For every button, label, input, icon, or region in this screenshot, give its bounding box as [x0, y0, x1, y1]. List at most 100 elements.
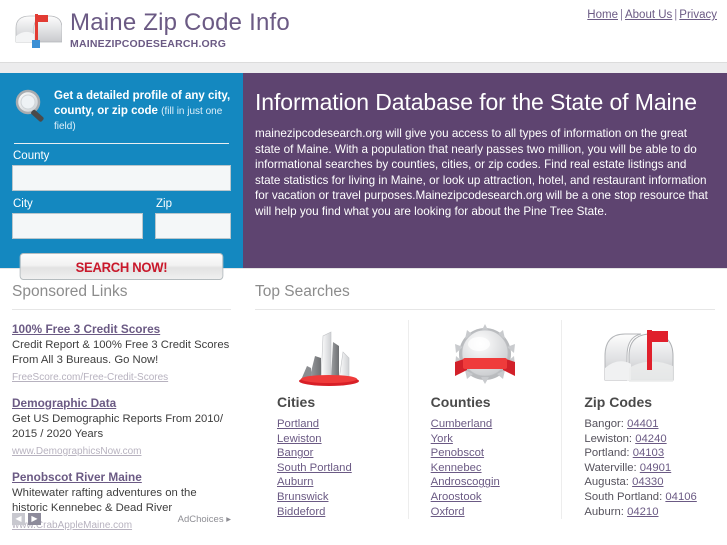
- list-item: Aroostook: [431, 490, 552, 505]
- hero-content: Information Database for the State of Ma…: [243, 73, 727, 268]
- list-item: Androscoggin: [431, 475, 552, 490]
- hero-title: Information Database for the State of Ma…: [255, 89, 697, 115]
- county-input[interactable]: [12, 165, 231, 191]
- nav-link-about-us[interactable]: About Us: [625, 9, 672, 21]
- zip-city-label: Lewiston:: [584, 432, 633, 445]
- site-title: Maine Zip Code Info: [70, 8, 290, 36]
- search-headline: Get a detailed profile of any city, coun…: [54, 87, 231, 134]
- list-item: Auburn: 04210: [584, 505, 705, 520]
- county-link[interactable]: Oxford: [431, 506, 465, 518]
- list-item: Kennebec: [431, 461, 552, 476]
- list-item: Biddeford: [277, 505, 398, 520]
- zip-link[interactable]: 04330: [632, 476, 663, 488]
- zip-field-group: Zip: [155, 198, 231, 239]
- city-link[interactable]: South Portland: [277, 462, 352, 474]
- top-searches-panel: Top Searches Cities Portland Lewiston Ba…: [243, 269, 727, 529]
- list-item: South Portland: [277, 461, 398, 476]
- counties-list: Cumberland York Penobscot Kennebec Andro…: [419, 417, 552, 519]
- top-searches-column-counties: Counties Cumberland York Penobscot Kenne…: [407, 320, 562, 520]
- city-link[interactable]: Bangor: [277, 447, 313, 459]
- city-input[interactable]: [12, 213, 143, 239]
- sponsored-links-title: Sponsored Links: [12, 283, 128, 300]
- ad-pagination: ◀ ▶: [12, 513, 41, 525]
- adchoices-text: AdChoices: [177, 513, 224, 525]
- ad-prev-arrow-icon[interactable]: ◀: [12, 513, 25, 525]
- magnifier-icon: [12, 88, 52, 126]
- search-panel-header: Get a detailed profile of any city, coun…: [12, 87, 231, 134]
- hero-body-text: mainezipcodesearch.org will give you acc…: [255, 127, 708, 218]
- list-item: York: [431, 432, 552, 447]
- ad-description: Get US Demographic Reports From 2010/ 20…: [12, 413, 223, 440]
- ad-url-link[interactable]: FreeScore.com/Free-Credit-Scores: [12, 372, 168, 383]
- adchoices-label[interactable]: AdChoices ▸: [178, 514, 231, 525]
- lower-section: Sponsored Links 100% Free 3 Credit Score…: [0, 268, 727, 531]
- zip-input[interactable]: [155, 213, 231, 239]
- list-item: Bangor: [277, 446, 398, 461]
- ad-title-link[interactable]: Penobscot River Maine: [12, 470, 142, 484]
- top-searches-title: Top Searches: [255, 283, 350, 300]
- zip-link[interactable]: 04103: [633, 447, 664, 459]
- zip-city-label: Auburn:: [584, 505, 624, 518]
- list-item: Oxford: [431, 505, 552, 520]
- county-link[interactable]: Aroostook: [431, 491, 482, 503]
- city-link[interactable]: Auburn: [277, 476, 313, 488]
- zip-label: Zip: [156, 198, 172, 210]
- nav-link-privacy[interactable]: Privacy: [679, 9, 717, 21]
- sponsored-ad: 100% Free 3 Credit Scores Credit Report …: [12, 320, 231, 385]
- adchoices-icon: ▸: [226, 513, 231, 525]
- zip-link[interactable]: 04401: [627, 418, 658, 430]
- search-panel: Get a detailed profile of any city, coun…: [0, 73, 243, 280]
- list-item: Portland: [277, 417, 398, 432]
- county-link[interactable]: Penobscot: [431, 447, 484, 459]
- top-searches-column-zip-codes: Zip Codes Bangor: 04401 Lewiston: 04240 …: [561, 320, 715, 520]
- column-title-counties: Counties: [430, 394, 491, 410]
- hero-section: Get a detailed profile of any city, coun…: [0, 73, 727, 280]
- county-link[interactable]: York: [431, 433, 453, 445]
- city-link[interactable]: Brunswick: [277, 491, 328, 503]
- city-skyline-icon: [265, 320, 398, 390]
- list-item: Auburn: [277, 475, 398, 490]
- zip-city-label: Bangor:: [584, 418, 624, 430]
- cities-list: Portland Lewiston Bangor South Portland …: [265, 417, 398, 519]
- zip-link[interactable]: 04240: [635, 433, 666, 445]
- ad-title-link[interactable]: 100% Free 3 Credit Scores: [12, 322, 160, 336]
- search-panel-divider: [14, 143, 229, 144]
- list-item: Waterville: 04901: [584, 461, 705, 476]
- ad-title-link[interactable]: Demographic Data: [12, 396, 116, 410]
- site-logo[interactable]: Maine Zip Code Info MAINEZIPCODESEARCH.O…: [10, 6, 290, 54]
- list-item: Lewiston: 04240: [584, 432, 705, 447]
- ad-description: Whitewater rafting adventures on the his…: [12, 487, 197, 514]
- mailbox-icon: [10, 6, 63, 54]
- county-label: County: [13, 150, 50, 162]
- zip-link[interactable]: 04901: [640, 462, 671, 474]
- nav-link-home[interactable]: Home: [587, 9, 618, 21]
- zip-city-label: Waterville:: [584, 461, 637, 474]
- zip-city-label: Augusta:: [584, 476, 629, 489]
- site-subtitle: MAINEZIPCODESEARCH.ORG: [70, 37, 227, 50]
- county-link[interactable]: Kennebec: [431, 462, 482, 474]
- top-searches-divider: [255, 309, 715, 310]
- list-item: Augusta: 04330: [584, 475, 705, 490]
- city-link[interactable]: Biddeford: [277, 506, 325, 518]
- city-link[interactable]: Lewiston: [277, 433, 322, 445]
- city-link[interactable]: Portland: [277, 418, 319, 430]
- column-title-cities: Cities: [277, 394, 316, 410]
- list-item: Cumberland: [431, 417, 552, 432]
- zip-city-label: South Portland:: [584, 490, 663, 503]
- zip-link[interactable]: 04210: [627, 506, 658, 518]
- top-searches-column-cities: Cities Portland Lewiston Bangor South Po…: [255, 320, 408, 519]
- county-link[interactable]: Androscoggin: [431, 476, 500, 488]
- list-item: Portland: 04103: [584, 446, 705, 461]
- ad-next-arrow-icon[interactable]: ▶: [28, 513, 41, 525]
- list-item: Lewiston: [277, 432, 398, 447]
- ad-url-link[interactable]: www.DemographicsNow.com: [12, 446, 142, 457]
- sponsored-links-panel: Sponsored Links 100% Free 3 Credit Score…: [0, 269, 243, 531]
- nav-separator-1: |: [619, 9, 623, 21]
- county-link[interactable]: Cumberland: [431, 418, 493, 430]
- zip-link[interactable]: 04106: [665, 491, 696, 503]
- ad-footer: ◀ ▶ AdChoices ▸: [12, 513, 231, 525]
- list-item: Penobscot: [431, 446, 552, 461]
- zip-codes-list: Bangor: 04401 Lewiston: 04240 Portland: …: [572, 417, 705, 519]
- top-navigation: Home | About Us | Privacy: [587, 9, 717, 21]
- city-field-group: City: [12, 198, 143, 239]
